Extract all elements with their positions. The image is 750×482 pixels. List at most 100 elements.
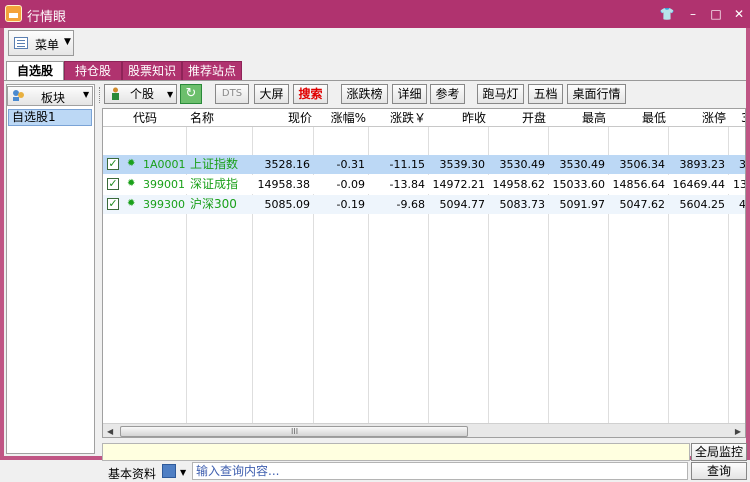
cell-open: 14958.62 — [492, 178, 546, 191]
app-icon — [5, 5, 22, 22]
tab-zixuangu[interactable]: 自选股 — [6, 61, 64, 81]
table-row[interactable]: ✓ ✹ 399001 深证成指 14958.38 -0.09 -13.84 14… — [103, 175, 746, 194]
cell-name: 深证成指 — [190, 177, 239, 191]
toolbar-grip[interactable] — [99, 87, 103, 103]
cell-high: 3530.49 — [559, 158, 606, 171]
ranking-button[interactable]: 涨跌榜 — [341, 84, 388, 104]
five-level-button[interactable]: 五档 — [528, 84, 563, 104]
block-dropdown[interactable]: 板块 ▼ — [7, 86, 93, 106]
header-low[interactable]: 最低 — [609, 111, 666, 125]
cell-extra: 4 — [739, 198, 746, 211]
cell-prev: 3539.30 — [439, 158, 486, 171]
status-box — [102, 443, 690, 461]
cell-extra: 3 — [739, 158, 746, 171]
search-button[interactable]: 搜索 — [293, 84, 328, 104]
title-bar: 行情眼 👕 – □ ✕ — [0, 0, 750, 28]
stock-type-dropdown[interactable]: 个股 ▼ — [104, 84, 177, 104]
users-icon — [13, 90, 24, 101]
header-open[interactable]: 开盘 — [489, 111, 546, 125]
cell-price: 5085.09 — [264, 198, 311, 211]
cell-low: 14856.64 — [612, 178, 666, 191]
marquee-button[interactable]: 跑马灯 — [477, 84, 524, 104]
cell-pct: -0.31 — [336, 158, 365, 171]
skin-icon[interactable]: 👕 — [659, 6, 675, 22]
menu-button[interactable]: 菜单 ▼ — [8, 30, 74, 56]
cell-prev: 14972.21 — [432, 178, 486, 191]
minimize-button[interactable]: – — [685, 6, 701, 22]
cell-high: 15033.60 — [552, 178, 606, 191]
quote-table: 代码 名称 现价 涨幅% 涨跌￥ 昨收 开盘 最高 最低 涨停 3 ✓ ✹ 1A… — [102, 108, 746, 438]
menu-icon — [14, 37, 28, 49]
chevron-down-icon: ▼ — [83, 90, 90, 99]
main-window: 菜单 ▼ 自选股 持仓股 股票知识 推荐站点 板块 ▼ 自选股1 个股 ▼ ↻ … — [0, 28, 750, 481]
table-row[interactable]: ✓ ✹ 1A0001 上证指数 3528.16 -0.31 -11.15 353… — [103, 155, 746, 174]
block-list-panel — [6, 84, 95, 454]
cell-price: 3528.16 — [264, 158, 311, 171]
block-label: 板块 — [41, 91, 66, 105]
cell-code: 1A0001 — [143, 158, 186, 171]
query-button[interactable]: 查询 — [691, 462, 747, 480]
table-row[interactable]: ✓ ✹ 399300 沪深300 5085.09 -0.19 -9.68 509… — [103, 195, 746, 214]
dts-button[interactable]: DTS — [215, 84, 249, 104]
cell-open: 3530.49 — [499, 158, 546, 171]
big-screen-button[interactable]: 大屏 — [254, 84, 289, 104]
cell-chg: -13.84 — [389, 178, 425, 191]
header-chg[interactable]: 涨跌￥ — [369, 111, 426, 125]
header-high[interactable]: 最高 — [549, 111, 606, 125]
stock-status-icon: ✹ — [127, 158, 136, 169]
cell-limit-up: 5604.25 — [679, 198, 726, 211]
scrollbar-grip: III — [291, 427, 299, 436]
refresh-button[interactable]: ↻ — [180, 84, 202, 104]
block-item-zixuangu1[interactable]: 自选股1 — [8, 109, 92, 126]
chevron-down-icon: ▼ — [167, 90, 174, 99]
scroll-right-icon[interactable]: ▶ — [735, 427, 741, 436]
row-checkbox[interactable]: ✓ — [107, 158, 119, 170]
scrollbar-thumb[interactable]: III — [120, 426, 468, 437]
basic-info-label: 基本资料 — [108, 467, 157, 481]
maximize-button[interactable]: □ — [708, 6, 724, 22]
table-header: 代码 名称 现价 涨幅% 涨跌￥ 昨收 开盘 最高 最低 涨停 3 — [103, 109, 745, 127]
query-input[interactable]: 输入查询内容... — [192, 462, 688, 480]
refresh-icon: ↻ — [185, 86, 197, 101]
chart-icon[interactable] — [162, 464, 176, 478]
row-checkbox[interactable]: ✓ — [107, 178, 119, 190]
cell-code: 399300 — [143, 198, 185, 211]
cell-pct: -0.19 — [336, 198, 365, 211]
header-name[interactable]: 名称 — [190, 111, 214, 125]
header-limit-up[interactable]: 涨停 — [669, 111, 726, 125]
desktop-quote-button[interactable]: 桌面行情 — [567, 84, 626, 104]
chevron-down-icon: ▼ — [64, 37, 71, 47]
cell-prev: 5094.77 — [439, 198, 486, 211]
row-checkbox[interactable]: ✓ — [107, 198, 119, 210]
person-icon — [112, 87, 119, 100]
chevron-down-icon[interactable]: ▼ — [180, 468, 186, 477]
header-pct[interactable]: 涨幅% — [314, 111, 366, 125]
cell-chg: -9.68 — [396, 198, 425, 211]
stock-type-label: 个股 — [130, 87, 155, 101]
tab-gupiaozhishi[interactable]: 股票知识 — [122, 61, 182, 81]
tab-divider — [4, 80, 746, 81]
header-code[interactable]: 代码 — [133, 111, 157, 125]
cell-low: 5047.62 — [619, 198, 666, 211]
menu-label: 菜单 — [35, 38, 60, 52]
global-monitor-button[interactable]: 全局监控 — [691, 443, 747, 461]
stock-status-icon: ✹ — [127, 178, 136, 189]
header-prev[interactable]: 昨收 — [429, 111, 486, 125]
cell-limit-up: 3893.23 — [679, 158, 726, 171]
scroll-left-icon[interactable]: ◀ — [107, 427, 113, 436]
tab-tuijianzhandian[interactable]: 推荐站点 — [182, 61, 242, 81]
cell-extra: 13 — [733, 178, 746, 191]
close-button[interactable]: ✕ — [731, 6, 747, 22]
reference-button[interactable]: 参考 — [430, 84, 465, 104]
cell-pct: -0.09 — [336, 178, 365, 191]
detail-button[interactable]: 详细 — [392, 84, 427, 104]
header-price[interactable]: 现价 — [253, 111, 312, 125]
cell-name: 上证指数 — [190, 157, 239, 171]
toolbar: 个股 ▼ ↻ DTS 大屏 搜索 涨跌榜 详细 参考 跑马灯 五档 桌面行情 — [99, 84, 746, 106]
horizontal-scrollbar[interactable]: ◀ III ▶ — [103, 423, 745, 437]
cell-open: 5083.73 — [499, 198, 546, 211]
cell-chg: -11.15 — [389, 158, 425, 171]
tab-chicanggu[interactable]: 持仓股 — [64, 61, 122, 81]
header-extra[interactable]: 3 — [741, 111, 745, 125]
cell-low: 3506.34 — [619, 158, 666, 171]
